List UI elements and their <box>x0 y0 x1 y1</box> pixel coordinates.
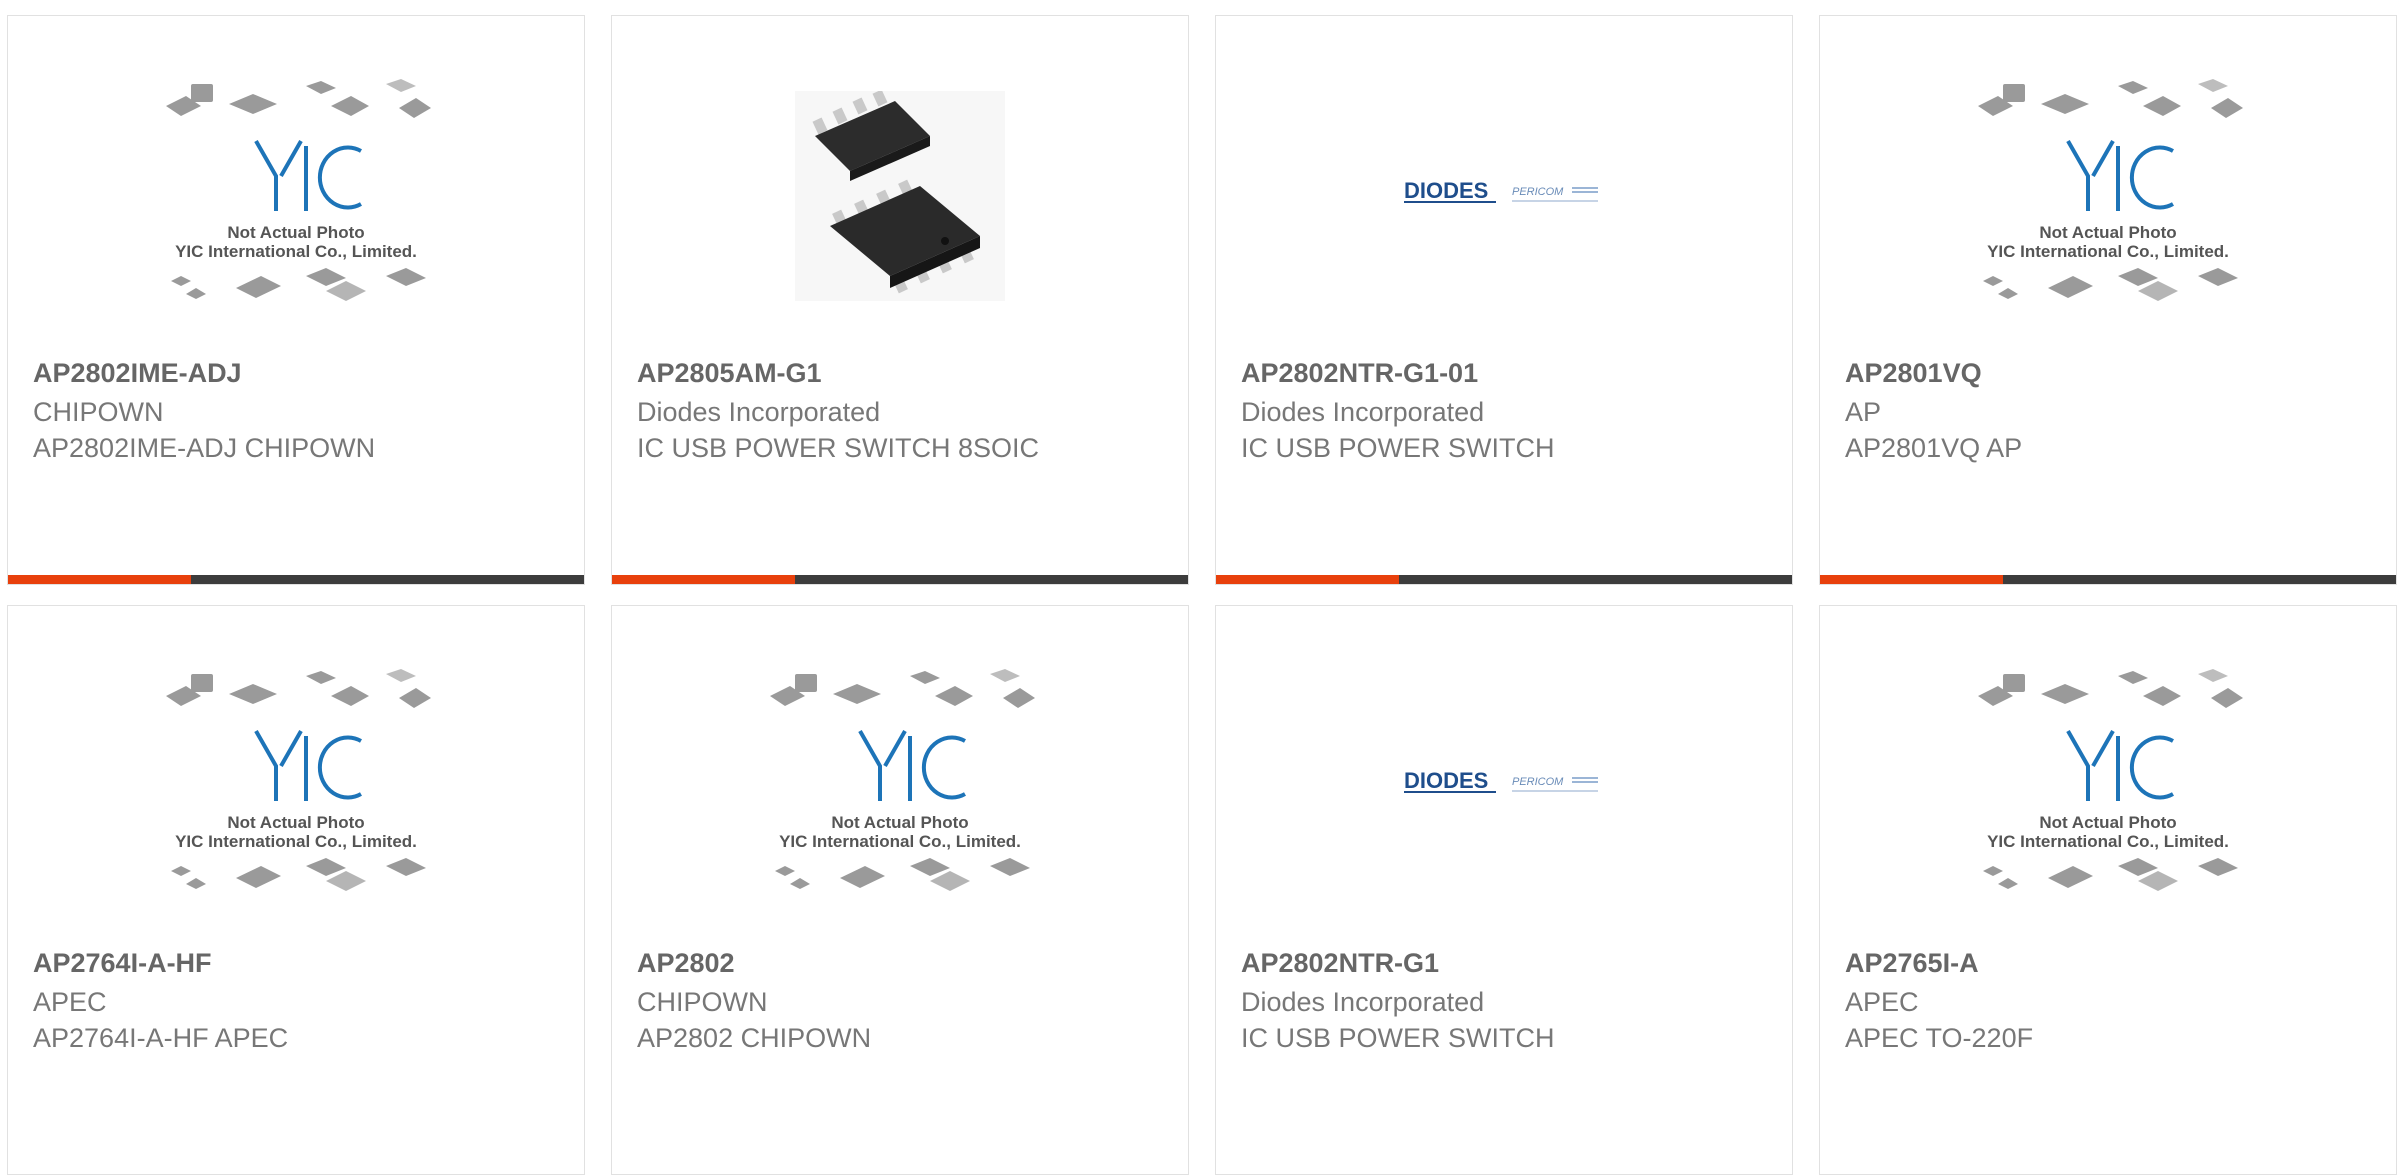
product-image[interactable]: DIODES PERICOM <box>1216 76 1792 316</box>
not-actual-photo-label: Not Actual Photo <box>227 223 364 242</box>
accent-bar <box>612 575 795 584</box>
product-card[interactable]: DIODES PERICOM AP2802NTR-G1 Diodes Incor… <box>1215 605 1793 1175</box>
product-image[interactable] <box>612 76 1188 316</box>
description: AP2764I-A-HF APEC <box>33 1023 289 1053</box>
part-number[interactable]: AP2802NTR-G1-01 <box>1241 358 1478 389</box>
not-actual-photo-placeholder: Not Actual Photo YIC International Co., … <box>1978 669 2243 891</box>
not-actual-photo-placeholder: Not Actual Photo YIC International Co., … <box>1978 79 2243 301</box>
accent-bar <box>1820 575 2003 584</box>
description: AP2801VQ AP <box>1845 433 2023 463</box>
diodes-pericom-logo: DIODES PERICOM <box>1404 768 1598 793</box>
description: APEC TO-220F <box>1845 1023 2034 1053</box>
manufacturer: AP <box>1845 397 1882 427</box>
description: IC USB POWER SWITCH <box>1241 1023 1555 1053</box>
not-actual-photo-label: Not Actual Photo <box>227 813 364 832</box>
manufacturer: Diodes Incorporated <box>637 397 881 427</box>
manufacturer: Diodes Incorporated <box>1241 397 1485 427</box>
description: IC USB POWER SWITCH 8SOIC <box>637 433 1040 463</box>
manufacturer: APEC <box>1845 987 1919 1017</box>
part-number[interactable]: AP2802IME-ADJ <box>33 358 242 389</box>
product-image[interactable]: Not Actual Photo YIC International Co., … <box>612 666 1188 906</box>
yic-company-label: YIC International Co., Limited. <box>1987 242 2229 261</box>
part-number[interactable]: AP2802NTR-G1 <box>1241 948 1439 979</box>
product-grid: Not Actual Photo YIC International Co., … <box>7 15 2400 1175</box>
product-image[interactable]: DIODES PERICOM <box>1216 666 1792 906</box>
product-card[interactable]: Not Actual Photo YIC International Co., … <box>1819 15 2397 585</box>
yic-company-label: YIC International Co., Limited. <box>175 832 417 851</box>
product-card[interactable]: Not Actual Photo YIC International Co., … <box>1819 605 2397 1175</box>
diodes-logo-text: DIODES <box>1404 768 1488 793</box>
manufacturer: APEC <box>33 987 107 1017</box>
yic-company-label: YIC International Co., Limited. <box>175 242 417 261</box>
part-number[interactable]: AP2764I-A-HF <box>33 948 212 979</box>
description: IC USB POWER SWITCH <box>1241 433 1555 463</box>
product-card[interactable]: DIODES PERICOM AP2802NTR-G1-01 Diodes In… <box>1215 15 1793 585</box>
product-card[interactable]: Not Actual Photo YIC International Co., … <box>7 15 585 585</box>
product-card[interactable]: Not Actual Photo YIC International Co., … <box>7 605 585 1175</box>
not-actual-photo-placeholder: Not Actual Photo YIC International Co., … <box>166 669 431 891</box>
part-number[interactable]: AP2801VQ <box>1845 358 1982 389</box>
product-card[interactable]: Not Actual Photo YIC International Co., … <box>611 605 1189 1175</box>
product-image[interactable]: Not Actual Photo YIC International Co., … <box>8 76 584 316</box>
part-number[interactable]: AP2802 <box>637 948 735 979</box>
card-bottom-bar <box>1216 575 1792 584</box>
not-actual-photo-placeholder: Not Actual Photo YIC International Co., … <box>166 79 431 301</box>
soic8-chip-photo <box>795 91 1005 301</box>
not-actual-photo-label: Not Actual Photo <box>2039 223 2176 242</box>
accent-bar <box>8 575 191 584</box>
card-bottom-bar <box>1820 575 2396 584</box>
product-image[interactable]: Not Actual Photo YIC International Co., … <box>8 666 584 906</box>
yic-company-label: YIC International Co., Limited. <box>779 832 1021 851</box>
yic-company-label: YIC International Co., Limited. <box>1987 832 2229 851</box>
part-number[interactable]: AP2805AM-G1 <box>637 358 822 389</box>
not-actual-photo-placeholder: Not Actual Photo YIC International Co., … <box>770 669 1035 891</box>
product-card[interactable]: AP2805AM-G1 Diodes Incorporated IC USB P… <box>611 15 1189 585</box>
card-bottom-bar <box>612 575 1188 584</box>
part-number[interactable]: AP2765I-A <box>1845 948 1979 979</box>
diodes-logo-text: DIODES <box>1404 178 1488 203</box>
manufacturer: Diodes Incorporated <box>1241 987 1485 1017</box>
not-actual-photo-label: Not Actual Photo <box>2039 813 2176 832</box>
manufacturer: CHIPOWN <box>637 987 768 1017</box>
pericom-logo-text: PERICOM <box>1512 186 1564 198</box>
pericom-logo-text: PERICOM <box>1512 776 1564 788</box>
product-image[interactable]: Not Actual Photo YIC International Co., … <box>1820 76 2396 316</box>
description: AP2802 CHIPOWN <box>637 1023 872 1053</box>
manufacturer: CHIPOWN <box>33 397 164 427</box>
diodes-pericom-logo: DIODES PERICOM <box>1404 178 1598 203</box>
card-bottom-bar <box>8 575 584 584</box>
product-image[interactable]: Not Actual Photo YIC International Co., … <box>1820 666 2396 906</box>
not-actual-photo-label: Not Actual Photo <box>831 813 968 832</box>
description: AP2802IME-ADJ CHIPOWN <box>33 433 376 463</box>
accent-bar <box>1216 575 1399 584</box>
